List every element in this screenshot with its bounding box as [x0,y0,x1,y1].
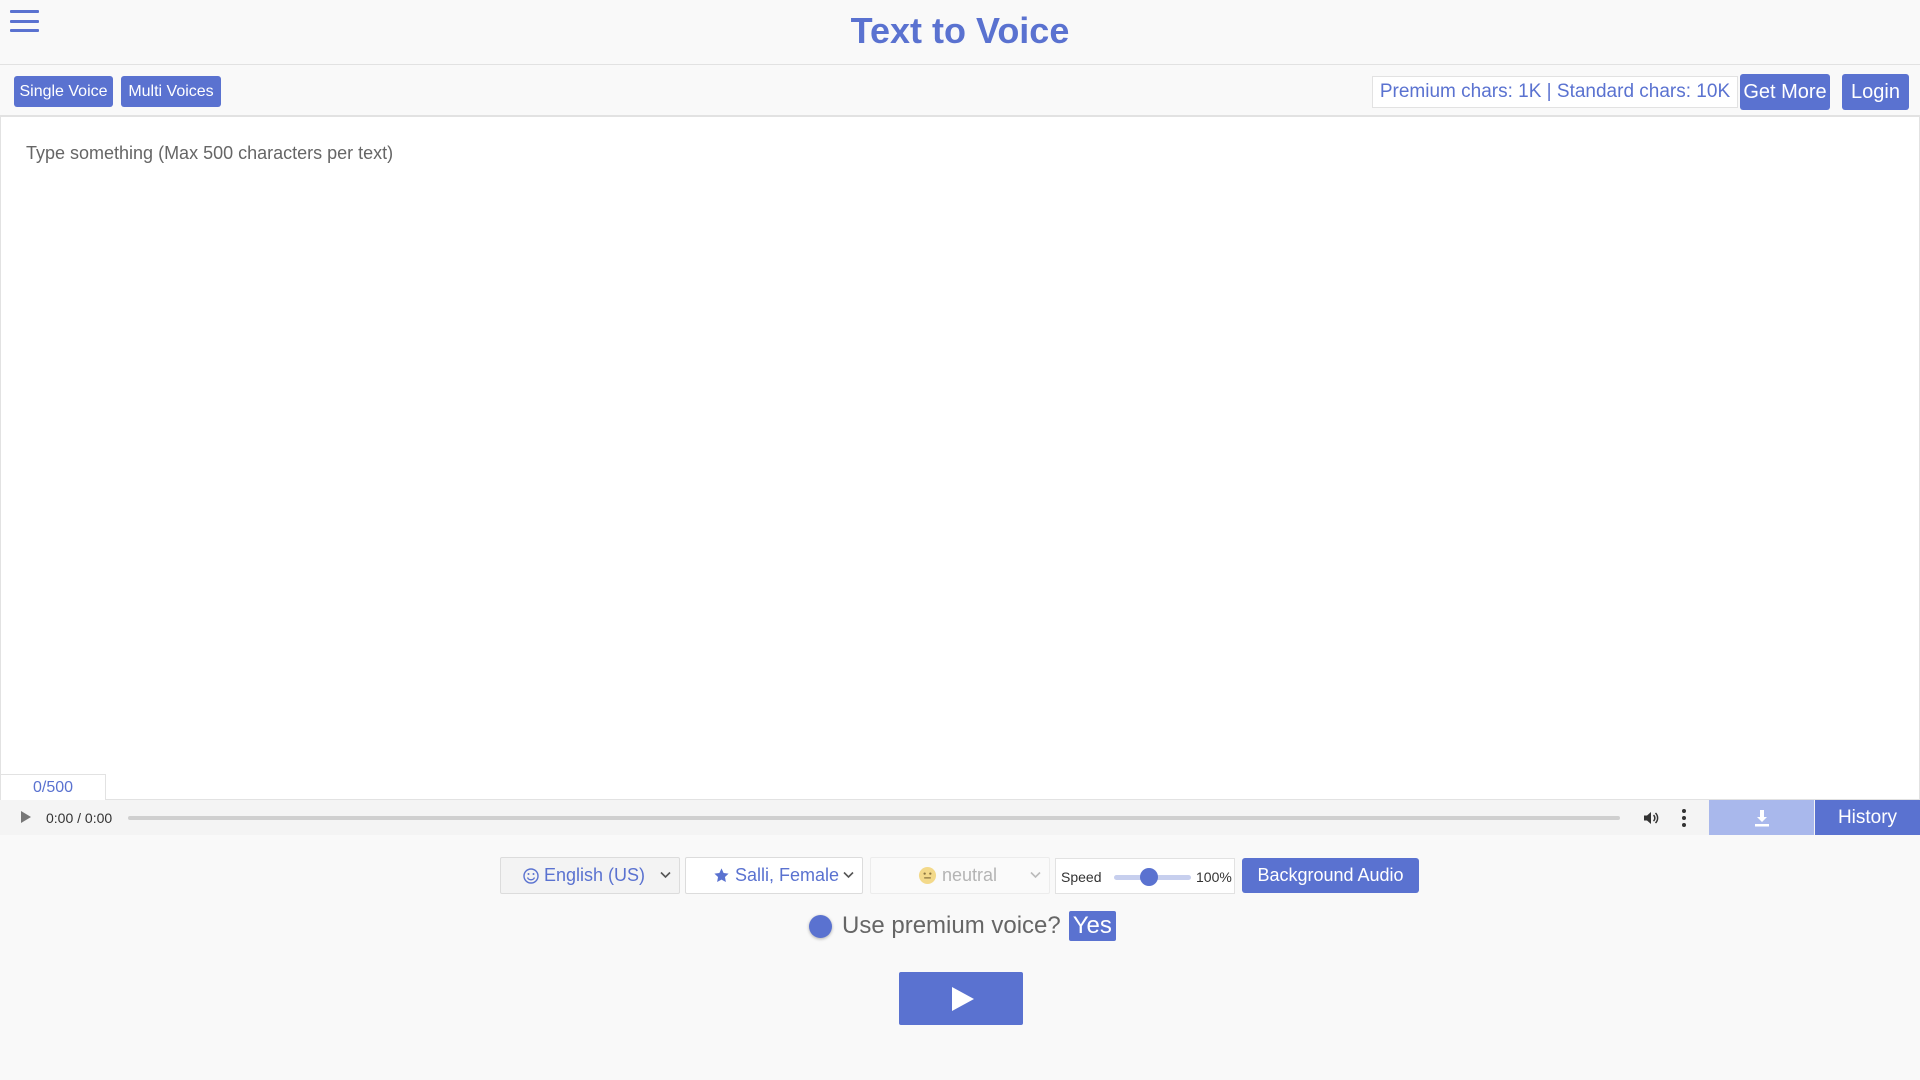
voice-select[interactable]: Salli, Female [685,857,863,894]
playback-progress-bar[interactable] [128,816,1620,820]
speed-control: Speed 100% [1055,858,1235,894]
premium-voice-yes[interactable]: Yes [1068,911,1116,941]
play-icon[interactable] [21,811,31,823]
speed-label: Speed [1061,869,1102,885]
style-value: neutral [942,865,998,885]
kebab-menu-icon[interactable] [1682,809,1686,827]
tab-multi-voices[interactable]: Multi Voices [121,76,221,107]
download-button[interactable] [1709,800,1814,835]
language-value: English (US) [544,865,646,885]
chevron-down-icon [1030,871,1041,879]
character-quota: Premium chars: 1K | Standard chars: 10K [1372,76,1738,108]
header: Text to Voice [0,0,1920,65]
history-button[interactable]: History [1815,800,1920,835]
play-icon [952,986,974,1011]
chevron-down-icon [843,871,854,879]
language-select[interactable]: English (US) [500,857,680,894]
tab-single-voice[interactable]: Single Voice [14,76,113,107]
text-input[interactable] [1,117,1919,799]
convert-play-button[interactable] [899,972,1023,1025]
download-icon [1754,809,1769,826]
get-more-button[interactable]: Get More [1740,74,1830,110]
premium-voice-toggle-row: Use premium voice? Yes [809,910,1116,942]
speed-value: 100% [1196,869,1232,885]
volume-icon[interactable] [1642,809,1660,827]
character-counter: 0/500 [0,774,106,800]
toolbar: Single Voice Multi Voices Premium chars:… [0,65,1920,116]
speaking-style-select[interactable]: neutral [870,857,1050,894]
page-title: Text to Voice [850,10,1070,51]
voice-value: Salli, Female [735,865,840,885]
speed-slider-handle[interactable] [1140,868,1158,886]
smiley-icon [523,867,539,884]
audio-player: 0:00 / 0:00 History [0,800,1920,835]
premium-voice-question: Use premium voice? [842,912,1061,939]
chevron-down-icon [660,871,671,879]
star-icon [714,868,729,883]
playback-time: 0:00 / 0:00 [46,810,113,826]
background-audio-button[interactable]: Background Audio [1242,858,1419,893]
emoji-face-icon [918,866,937,885]
premium-voice-toggle[interactable] [809,914,832,938]
login-button[interactable]: Login [1842,74,1909,110]
text-editor [0,116,1920,800]
